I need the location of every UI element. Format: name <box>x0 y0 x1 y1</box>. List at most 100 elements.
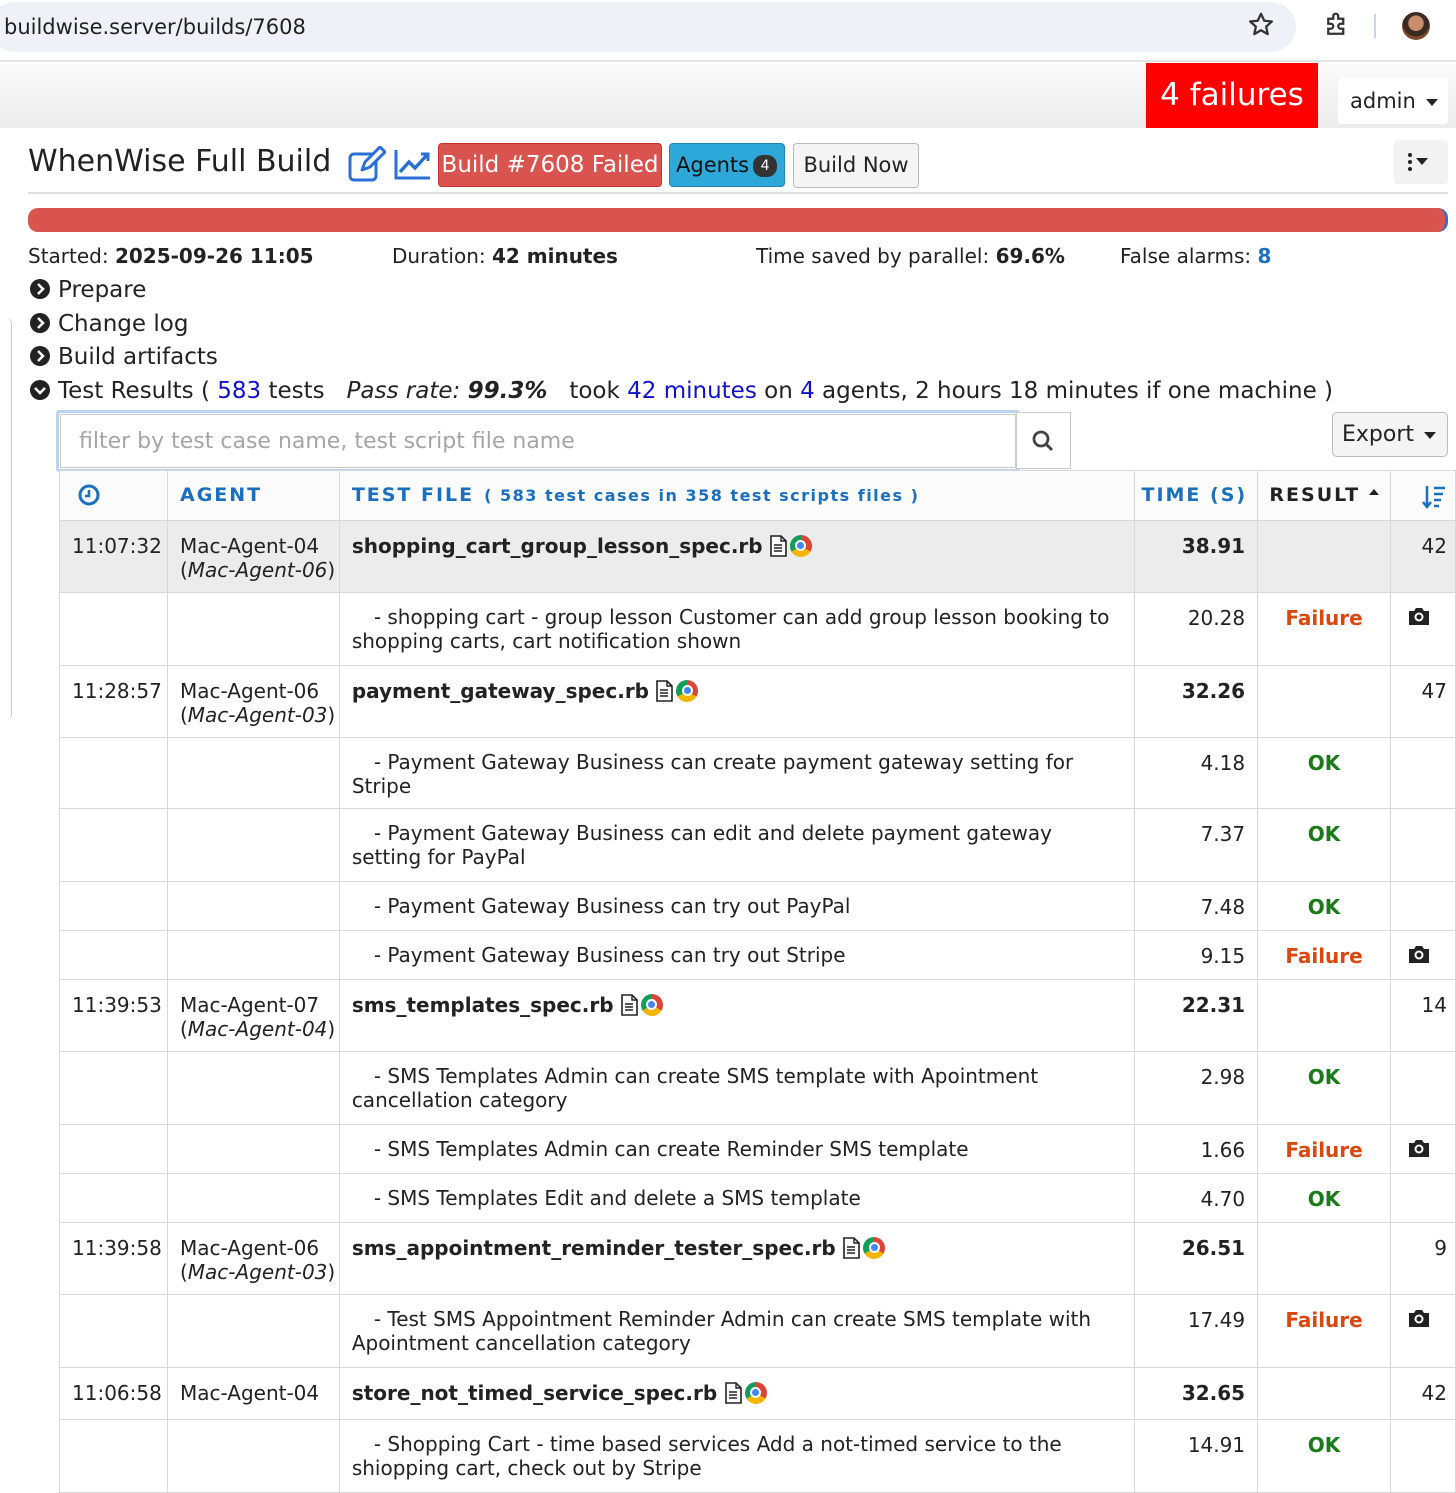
sort-order-icon <box>1422 486 1445 510</box>
empty-cell <box>59 1173 168 1223</box>
took-time-link[interactable]: 42 minutes <box>627 378 757 404</box>
test-file-cell: shopping_cart_group_lesson_spec.rb <box>338 520 1136 593</box>
url-text[interactable]: buildwise.server/builds/7608 <box>4 15 306 39</box>
document-icon[interactable] <box>620 993 638 1016</box>
edit-icon[interactable] <box>348 146 386 182</box>
test-file-name[interactable]: store_not_timed_service_spec.rb <box>352 1381 717 1405</box>
test-case-name[interactable]: - Payment Gateway Business can try out S… <box>338 930 1136 980</box>
column-header-sort[interactable] <box>1390 470 1456 521</box>
tests-count-link[interactable]: 583 <box>217 378 261 404</box>
column-header-time[interactable]: TIME (S) <box>1134 470 1259 521</box>
chrome-browser-icon <box>863 1236 886 1259</box>
test-case-name[interactable]: - Test SMS Appointment Reminder Admin ca… <box>338 1294 1136 1368</box>
empty-cell <box>166 737 340 809</box>
header-divider <box>28 192 1448 194</box>
profile-avatar[interactable] <box>1402 12 1430 40</box>
test-file-name[interactable]: sms_appointment_reminder_tester_spec.rb <box>352 1236 836 1260</box>
agents-count-link[interactable]: 4 <box>800 378 815 404</box>
column-header-time-started[interactable] <box>59 470 168 521</box>
prepare-section[interactable]: Prepare <box>30 277 146 303</box>
empty-cell <box>59 1419 168 1493</box>
user-menu[interactable]: admin <box>1338 78 1448 124</box>
export-button[interactable]: Export <box>1332 412 1448 457</box>
screenshot-camera-icon[interactable] <box>1407 944 1431 964</box>
file-result <box>1257 520 1391 593</box>
extensions-puzzle-icon[interactable] <box>1322 10 1352 40</box>
empty-cell <box>59 881 168 931</box>
test-case-name[interactable]: - shopping cart - group lesson Customer … <box>338 592 1136 666</box>
test-case-name[interactable]: - SMS Templates Edit and delete a SMS te… <box>338 1173 1136 1223</box>
test-case-name[interactable]: - SMS Templates Admin can create Reminde… <box>338 1124 1136 1174</box>
test-case-name[interactable]: - Payment Gateway Business can create pa… <box>338 737 1136 809</box>
document-icon[interactable] <box>655 679 674 702</box>
test-case-duration: 9.15 <box>1134 930 1259 980</box>
line-chart-icon[interactable] <box>394 148 432 180</box>
empty-cell <box>59 737 168 809</box>
test-file-row[interactable]: 11:07:32 Mac-Agent-04 (Mac-Agent-06) shoppi… <box>59 520 1456 593</box>
empty-cell <box>166 881 340 931</box>
more-options-button[interactable] <box>1394 140 1448 184</box>
empty-cell <box>59 1294 168 1368</box>
changelog-section[interactable]: Change log <box>30 311 188 337</box>
test-case-name[interactable]: - Shopping Cart - time based services Ad… <box>338 1419 1136 1493</box>
document-icon[interactable] <box>724 1381 742 1404</box>
filter-input[interactable] <box>60 414 1016 468</box>
artifacts-section[interactable]: Build artifacts <box>30 344 218 370</box>
build-now-button[interactable]: Build Now <box>793 143 919 188</box>
test-case-row[interactable]: - SMS Templates Edit and delete a SMS te… <box>59 1173 1456 1223</box>
test-file-name[interactable]: payment_gateway_spec.rb <box>352 679 649 703</box>
test-file-row[interactable]: 11:28:57 Mac-Agent-06 (Mac-Agent-03) paymen… <box>59 665 1456 738</box>
saved-value: 69.6% <box>995 244 1065 268</box>
test-case-row[interactable]: - shopping cart - group lesson Customer … <box>59 592 1456 666</box>
file-duration: 32.26 <box>1134 665 1259 738</box>
test-file-cell: sms_appointment_reminder_tester_spec.rb <box>338 1222 1136 1295</box>
build-status-button[interactable]: Build #7608 Failed <box>438 143 662 187</box>
column-header-result[interactable]: RESULT <box>1257 470 1391 521</box>
test-case-row[interactable]: - Test SMS Appointment Reminder Admin ca… <box>59 1294 1456 1368</box>
file-duration: 22.31 <box>1134 979 1259 1052</box>
test-case-row[interactable]: - Payment Gateway Business can try out S… <box>59 930 1456 980</box>
test-file-name[interactable]: shopping_cart_group_lesson_spec.rb <box>352 534 763 558</box>
address-bar[interactable]: buildwise.server/builds/7608 <box>0 2 1296 52</box>
pass-rate-label: Pass rate: <box>346 378 461 404</box>
column-header-agent[interactable]: AGENT <box>166 470 340 521</box>
screenshot-camera-icon[interactable] <box>1407 1138 1431 1158</box>
changelog-label: Change log <box>58 311 189 337</box>
failures-badge[interactable]: 4 failures <box>1146 63 1318 128</box>
document-icon[interactable] <box>769 534 787 557</box>
agents-button[interactable]: Agents 4 <box>669 143 785 187</box>
pass-rate-value: 99.3% <box>467 378 548 404</box>
search-button[interactable] <box>1016 412 1071 469</box>
test-case-row[interactable]: - Shopping Cart - time based services Ad… <box>59 1419 1456 1493</box>
screenshot-camera-icon[interactable] <box>1407 1308 1431 1328</box>
column-header-file[interactable]: TEST FILE ( 583 test cases in 358 test sc… <box>338 470 1136 521</box>
empty-cell <box>166 1294 340 1368</box>
test-case-name[interactable]: - Payment Gateway Business can edit and … <box>338 808 1136 882</box>
agent-cell: Mac-Agent-06 (Mac-Agent-03) <box>166 665 340 738</box>
bookmark-star-icon[interactable] <box>1246 10 1276 40</box>
test-case-row[interactable]: - Payment Gateway Business can create pa… <box>59 737 1456 809</box>
false-alarms-stat: False alarms: 8 <box>1120 244 1271 268</box>
screenshot-cell <box>1390 1051 1456 1125</box>
test-case-row[interactable]: - SMS Templates Admin can create Reminde… <box>59 1124 1456 1174</box>
test-file-cell: store_not_timed_service_spec.rb <box>338 1367 1136 1420</box>
test-case-row[interactable]: - Payment Gateway Business can edit and … <box>59 808 1456 882</box>
caret-down-icon <box>1424 431 1437 439</box>
test-case-name[interactable]: - Payment Gateway Business can try out P… <box>338 881 1136 931</box>
test-case-result: Failure <box>1257 592 1391 666</box>
test-case-name[interactable]: - SMS Templates Admin can create SMS tem… <box>338 1051 1136 1125</box>
empty-cell <box>59 808 168 882</box>
document-icon[interactable] <box>842 1236 860 1259</box>
test-results-section[interactable]: Test Results ( 583 tests Pass rate: 99.3… <box>30 378 1333 404</box>
test-case-row[interactable]: - Payment Gateway Business can try out P… <box>59 881 1456 931</box>
test-file-cell: payment_gateway_spec.rb <box>338 665 1136 738</box>
start-time: 11:06:58 <box>59 1367 168 1420</box>
screenshot-camera-icon[interactable] <box>1407 606 1431 626</box>
test-file-row[interactable]: 11:06:58 Mac-Agent-04 store_not_timed_serv… <box>59 1367 1456 1420</box>
alarms-value[interactable]: 8 <box>1258 244 1272 268</box>
test-file-row[interactable]: 11:39:58 Mac-Agent-06 (Mac-Agent-03) sms_ap… <box>59 1222 1456 1295</box>
test-file-row[interactable]: 11:39:53 Mac-Agent-07 (Mac-Agent-04) sms_te… <box>59 979 1456 1052</box>
test-case-row[interactable]: - SMS Templates Admin can create SMS tem… <box>59 1051 1456 1125</box>
test-file-name[interactable]: sms_templates_spec.rb <box>352 993 614 1017</box>
empty-cell <box>166 808 340 882</box>
